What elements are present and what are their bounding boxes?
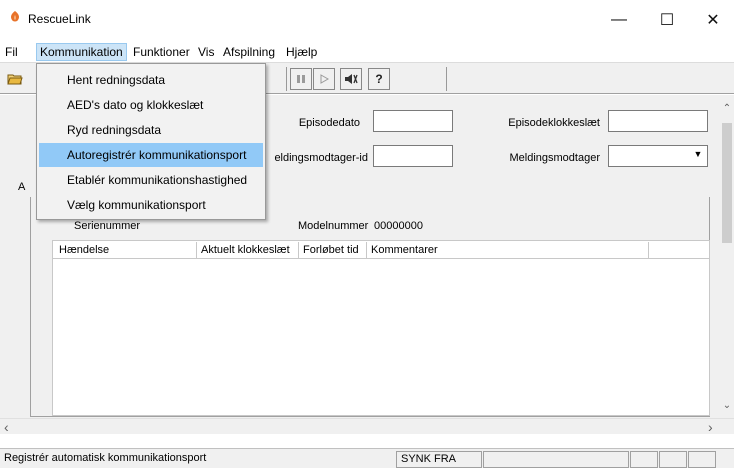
menu-fil[interactable]: Fil (2, 43, 21, 61)
menu-vis[interactable]: Vis (195, 43, 217, 61)
scroll-left-icon[interactable]: ‹ (4, 419, 9, 435)
chevron-down-icon[interactable]: ▼ (691, 149, 705, 163)
column-forloebet-tid[interactable]: Forløbet tid (299, 242, 367, 258)
scroll-right-icon[interactable]: › (708, 419, 713, 435)
status-pane-empty (659, 451, 687, 468)
menu-item-vaelg-kommunikationsport[interactable]: Vælg kommunikationsport (39, 193, 263, 217)
horizontal-scrollbar[interactable]: ‹ › (0, 418, 734, 435)
play-icon[interactable] (313, 68, 335, 90)
status-bar: Registrér automatisk kommunikationsport … (0, 448, 734, 468)
toolbar-separator (286, 67, 287, 91)
meldingsmodtager-label: Meldingsmodtager (509, 152, 601, 164)
menu-hjaelp[interactable]: Hjælp (283, 43, 320, 61)
open-folder-icon[interactable] (4, 68, 26, 90)
help-icon[interactable]: ? (368, 68, 390, 90)
column-haendelse[interactable]: Hændelse (55, 242, 197, 258)
menu-funktioner[interactable]: Funktioner (130, 43, 193, 61)
sync-status: SYNK FRA (396, 451, 482, 468)
episodeklokkeslaet-label: Episodeklokkeslæt (508, 117, 600, 129)
scroll-down-icon[interactable]: ⌄ (720, 400, 734, 411)
status-text: Registrér automatisk kommunikationsport (4, 452, 207, 464)
rescuelink-logo-icon (11, 11, 19, 22)
status-pane-empty (483, 451, 629, 468)
menu-item-autoregistrer-kommunikationsport[interactable]: Autoregistrér kommunikationsport (39, 143, 263, 167)
menu-afspilning[interactable]: Afspilning (220, 43, 278, 61)
menu-bar: Fil Kommunikation Funktioner Vis Afspiln… (0, 40, 734, 62)
meldingsmodtager-id-field[interactable] (373, 145, 453, 167)
minimize-button[interactable]: — (596, 6, 642, 34)
episodedato-label: Episodedato (298, 117, 360, 129)
tab-label-fragment[interactable]: A (18, 181, 25, 193)
kommunikation-dropdown-menu: Hent redningsdata AED's dato og klokkesl… (36, 63, 266, 220)
episodedato-field[interactable] (373, 110, 453, 132)
column-aktuelt-klokkeslaet[interactable]: Aktuelt klokkeslæt (197, 242, 299, 258)
meldingsmodtager-id-label: eldingsmodtager-id (274, 152, 368, 164)
menu-item-ryd-redningsdata[interactable]: Ryd redningsdata (39, 118, 263, 142)
serienummer-label: Serienummer (74, 220, 141, 232)
event-list[interactable]: Hændelse Aktuelt klokkeslæt Forløbet tid… (52, 240, 710, 416)
modelnummer-label: Modelnummer (298, 220, 369, 232)
status-pane-empty (630, 451, 658, 468)
toolbar-separator (446, 67, 447, 91)
menu-item-hent-redningsdata[interactable]: Hent redningsdata (39, 68, 263, 92)
episodeklokkeslaet-field[interactable] (608, 110, 708, 132)
modelnummer-value: 00000000 (374, 220, 423, 232)
close-button[interactable]: ✕ (690, 6, 734, 34)
vertical-scrollbar[interactable]: ⌃ ⌄ (720, 95, 734, 418)
window-title: RescueLink (28, 12, 91, 26)
pause-icon[interactable] (290, 68, 312, 90)
meldingsmodtager-select[interactable]: ▼ (608, 145, 708, 167)
menu-item-etabler-kommunikationshastighed[interactable]: Etablér kommunikationshastighed (39, 168, 263, 192)
maximize-button[interactable]: ☐ (644, 6, 690, 34)
status-pane-empty (688, 451, 716, 468)
speaker-icon[interactable] (340, 68, 362, 90)
scroll-up-icon[interactable]: ⌃ (720, 103, 734, 114)
column-kommentarer[interactable]: Kommentarer (367, 242, 649, 258)
title-bar: RescueLink — ☐ ✕ (0, 0, 734, 40)
event-list-header: Hændelse Aktuelt klokkeslæt Forløbet tid… (53, 241, 709, 259)
scrollbar-thumb[interactable] (722, 123, 732, 243)
menu-item-aed-dato-klokkeslaet[interactable]: AED's dato og klokkeslæt (39, 93, 263, 117)
menu-kommunikation[interactable]: Kommunikation (36, 43, 127, 61)
